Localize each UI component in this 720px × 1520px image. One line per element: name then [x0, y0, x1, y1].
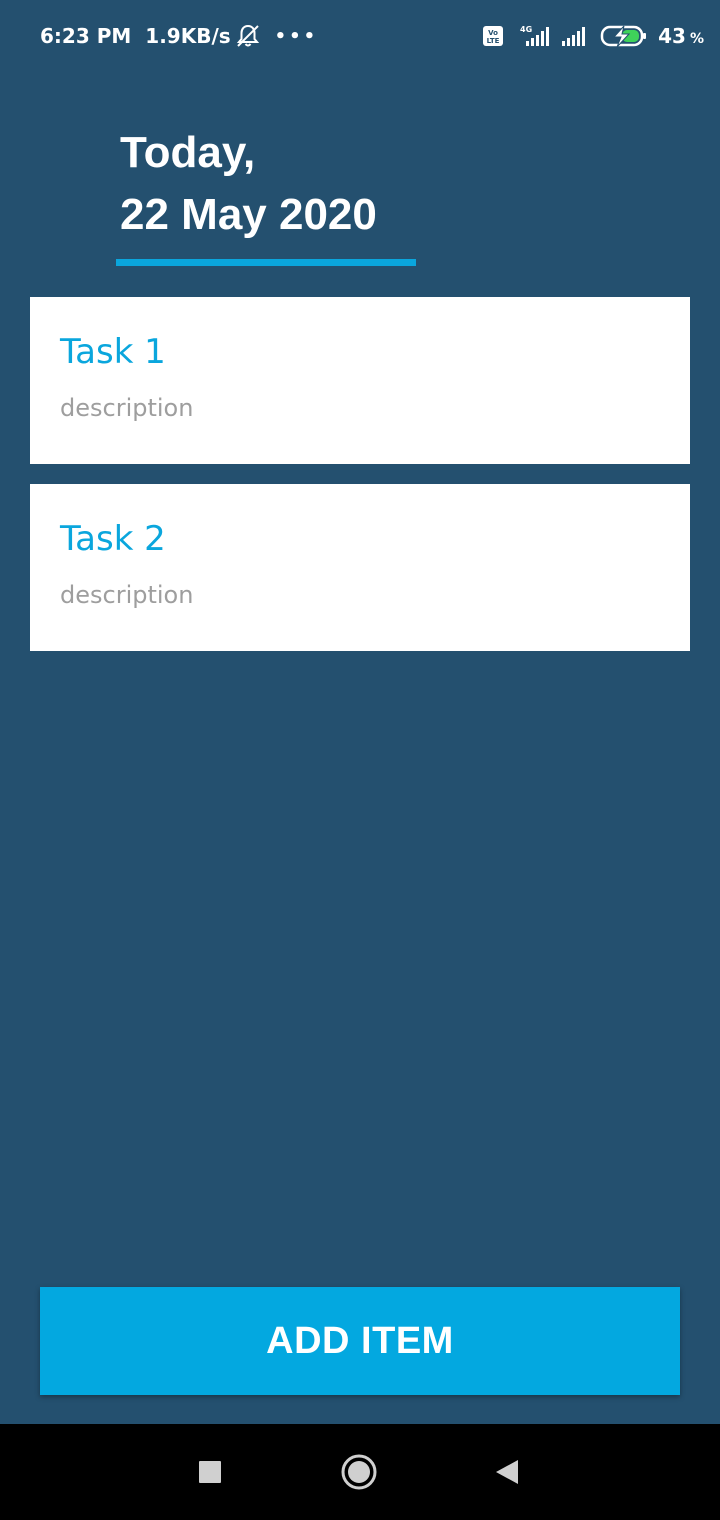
battery-percent: 43 [658, 24, 686, 48]
back-icon[interactable] [486, 1452, 526, 1492]
signal-4g-icon: 4G [514, 23, 550, 49]
task-card[interactable]: Task 2 description [30, 484, 690, 651]
task-title: Task 1 [60, 332, 166, 372]
header-today: Today, [120, 128, 256, 177]
navigation-bar [0, 1424, 720, 1520]
task-description: description [60, 394, 194, 422]
more-notifications-icon: ••• [274, 25, 319, 47]
mute-bell-icon [235, 23, 261, 49]
home-icon[interactable] [339, 1452, 379, 1492]
network-speed: 1.9KB/s [145, 24, 231, 48]
status-time: 6:23 PM [40, 24, 132, 48]
volte-icon: Vo LTE [482, 25, 504, 47]
header-date: 22 May 2020 [120, 190, 377, 239]
recent-apps-icon[interactable] [190, 1452, 230, 1492]
status-right: Vo LTE 4G 43 % [482, 23, 704, 49]
status-left: 6:23 PM 1.9KB/s ••• [40, 23, 318, 49]
add-item-label: ADD ITEM [266, 1319, 454, 1362]
task-title: Task 2 [60, 519, 166, 559]
task-card[interactable]: Task 1 description [30, 297, 690, 464]
svg-text:Vo: Vo [488, 29, 498, 37]
status-bar: 6:23 PM 1.9KB/s ••• Vo LTE 4G 43 % [0, 0, 720, 72]
add-item-button[interactable]: ADD ITEM [40, 1287, 680, 1395]
date-header: Today, 22 May 2020 [120, 122, 377, 246]
network-4g-label: 4G [520, 25, 532, 34]
signal-icon [560, 23, 590, 49]
battery-charging-icon [600, 23, 648, 49]
header-underline [116, 259, 416, 266]
battery-percent-sign: % [689, 31, 704, 47]
svg-text:LTE: LTE [487, 37, 500, 45]
task-description: description [60, 581, 194, 609]
